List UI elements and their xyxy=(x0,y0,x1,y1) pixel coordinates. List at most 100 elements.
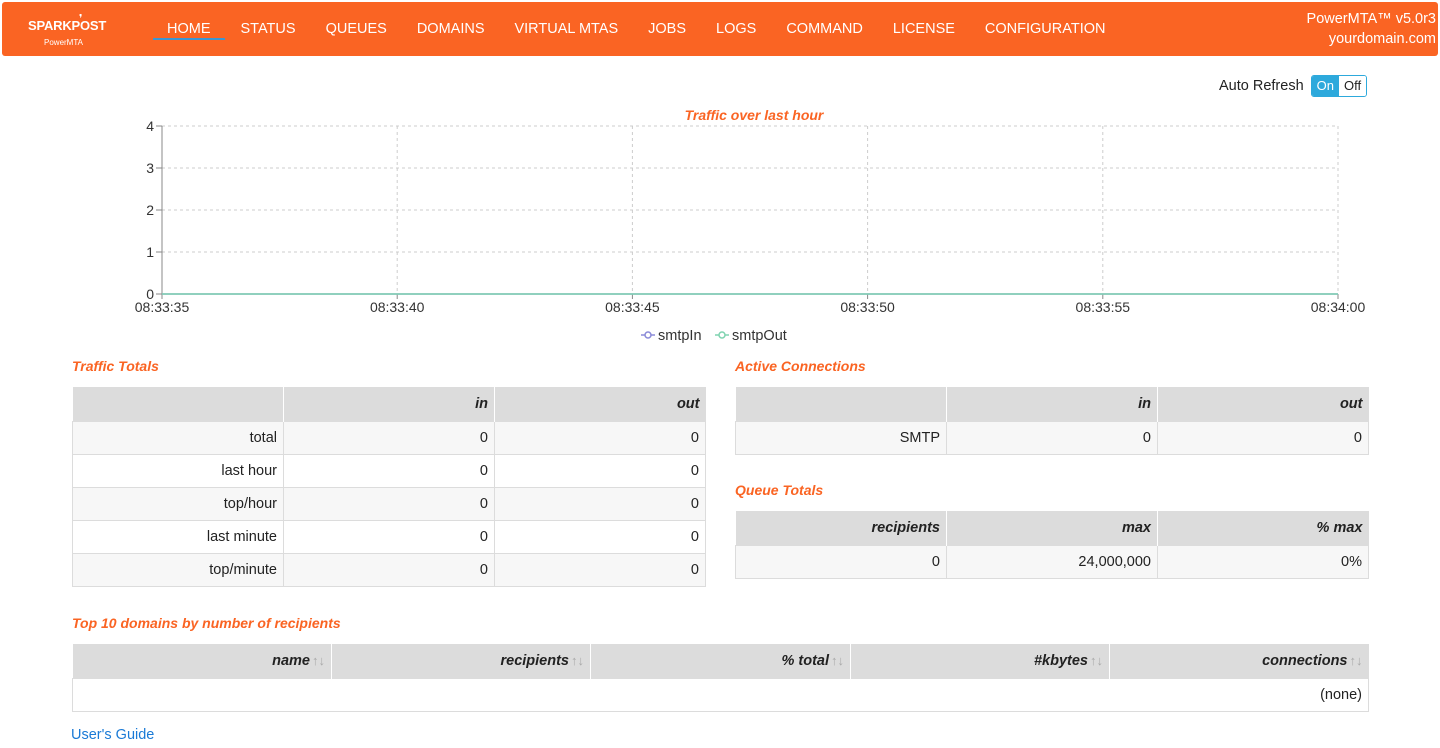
legend-label-smtpIn: smtpIn xyxy=(658,328,702,344)
column-header-label: % max xyxy=(1316,519,1363,536)
x-tick-label: 08:33:55 xyxy=(1076,299,1131,315)
host-name: yourdomain.com xyxy=(1328,31,1436,47)
table-cell: 0 xyxy=(494,519,706,554)
table-cell: total xyxy=(72,420,284,455)
y-tick-label: 2 xyxy=(146,202,154,218)
empty-message: (none) xyxy=(72,677,1369,712)
column-header[interactable]: connections ↑↓ xyxy=(1109,644,1369,678)
table-row: last hour 0 0 xyxy=(72,453,706,488)
auto-refresh-toggle[interactable]: On Off xyxy=(1310,74,1368,97)
column-header[interactable]: recipients ↑↓ xyxy=(331,644,591,678)
column-header: max xyxy=(946,511,1158,545)
column-header[interactable]: #kbytes ↑↓ xyxy=(850,644,1110,678)
nav-item-logs[interactable]: LOGS xyxy=(701,2,771,56)
table-cell: 0 xyxy=(494,453,706,488)
auto-refresh-off-button[interactable]: Off xyxy=(1338,75,1367,96)
nav-item-domains[interactable]: DOMAINS xyxy=(402,2,500,56)
column-header xyxy=(735,387,947,421)
sort-icon[interactable]: ↑↓ xyxy=(312,653,325,668)
nav-item-home[interactable]: HOME xyxy=(152,2,226,56)
table-row: last minute 0 0 xyxy=(72,519,706,554)
table-cell: 0 xyxy=(283,453,495,488)
sort-icon[interactable]: ↑↓ xyxy=(1090,653,1103,668)
nav-item-license[interactable]: LICENSE xyxy=(878,2,970,56)
nav-item-command[interactable]: COMMAND xyxy=(771,2,878,56)
column-header-label: max xyxy=(1121,519,1151,536)
auto-refresh-on-button[interactable]: On xyxy=(1311,75,1339,96)
traffic-chart: Traffic over last hour 0 1 2 3 4 08:33:35 08:33… xyxy=(0,100,1440,350)
legend-marker-smtpIn xyxy=(644,331,652,339)
top-nav-bar: SPARKPOST ❜ PowerMTA HOME STATUS QUEUES DOM… xyxy=(2,2,1438,56)
column-header-label: in xyxy=(475,395,488,412)
column-header-label: connections xyxy=(1262,652,1348,669)
auto-refresh-control: Auto Refresh On Off xyxy=(1219,74,1368,97)
legend-marker-smtpOut xyxy=(718,331,726,339)
table-cell: 0 xyxy=(735,544,947,579)
table-cell: last minute xyxy=(72,519,284,554)
column-header[interactable]: name ↑↓ xyxy=(72,644,332,678)
table-row-empty: (none) xyxy=(72,677,1369,712)
chart-title: Traffic over last hour xyxy=(685,107,825,123)
queue-totals-title: Queue Totals xyxy=(735,482,824,498)
column-header: in xyxy=(283,387,495,421)
table-cell: 0 xyxy=(946,420,1158,455)
y-tick-label: 1 xyxy=(146,244,154,260)
sparkpost-logo[interactable]: SPARKPOST ❜ PowerMTA xyxy=(28,13,108,50)
version-info: PowerMTA™ v5.0r3 yourdomain.com xyxy=(1307,9,1436,49)
table-cell: 0 xyxy=(494,552,706,587)
sort-icon[interactable]: ↑↓ xyxy=(571,653,584,668)
x-tick-label: 08:33:45 xyxy=(605,299,660,315)
table-cell: top/hour xyxy=(72,486,284,521)
x-tick-label: 08:33:50 xyxy=(840,299,895,315)
column-header-label: out xyxy=(1339,395,1363,412)
table-cell: 0% xyxy=(1157,544,1369,579)
flame-icon: ❜ xyxy=(79,13,83,25)
legend-label-smtpOut: smtpOut xyxy=(732,328,787,344)
active-connections-table: in out SMTP 0 0 xyxy=(735,387,1369,455)
column-header-label: % total xyxy=(781,652,829,669)
top-domains-title: Top 10 domains by number of recipients xyxy=(72,615,341,631)
column-header: recipients xyxy=(735,511,947,545)
column-header-label: name xyxy=(272,652,310,669)
column-header: % max xyxy=(1157,511,1369,545)
column-header: in xyxy=(946,387,1158,421)
table-cell: 0 xyxy=(283,519,495,554)
nav-item-configuration[interactable]: CONFIGURATION xyxy=(970,2,1121,56)
x-tick-label: 08:33:40 xyxy=(370,299,425,315)
table-cell: SMTP xyxy=(735,420,947,455)
nav-item-virtual-mtas[interactable]: VIRTUAL MTAS xyxy=(499,2,633,56)
main-nav: HOME STATUS QUEUES DOMAINS VIRTUAL MTAS JOBS L… xyxy=(152,2,1120,56)
x-tick-label: 08:33:35 xyxy=(135,299,190,315)
table-cell: 0 xyxy=(1157,420,1369,455)
product-version: PowerMTA™ v5.0r3 xyxy=(1306,11,1436,27)
column-header-label: out xyxy=(676,395,700,412)
column-header: out xyxy=(494,387,706,421)
table-cell: 0 xyxy=(283,552,495,587)
top-domains-table: name ↑↓ recipients ↑↓% total ↑↓ #kbytes ↑↓ conn… xyxy=(72,644,1369,712)
table-row: SMTP 0 0 xyxy=(735,420,1369,455)
traffic-totals-table: in out total 0 0 last hour 0 0 top/hour 0 0 last m… xyxy=(72,387,706,587)
sort-icon[interactable]: ↑↓ xyxy=(831,653,844,668)
queue-totals-table: recipients max % max 0 24,000,000 0% xyxy=(735,511,1369,579)
nav-item-jobs[interactable]: JOBS xyxy=(633,2,701,56)
column-header xyxy=(72,387,284,421)
x-tick-label: 08:34:00 xyxy=(1311,299,1366,315)
nav-item-queues[interactable]: QUEUES xyxy=(311,2,402,56)
column-header-label: in xyxy=(1138,395,1151,412)
sort-icon[interactable]: ↑↓ xyxy=(1350,653,1363,668)
column-header-label: #kbytes xyxy=(1033,652,1088,669)
active-connections-title: Active Connections xyxy=(735,358,866,374)
nav-item-status[interactable]: STATUS xyxy=(226,2,311,56)
table-row: 0 24,000,000 0% xyxy=(735,544,1369,579)
users-guide-link[interactable]: User's Guide xyxy=(71,727,154,743)
table-cell: 0 xyxy=(283,486,495,521)
y-tick-label: 3 xyxy=(146,160,154,176)
column-header-label: recipients xyxy=(500,652,570,669)
table-cell: last hour xyxy=(72,453,284,488)
column-header[interactable]: % total ↑↓ xyxy=(590,644,851,678)
table-row: total 0 0 xyxy=(72,420,706,455)
traffic-totals-title: Traffic Totals xyxy=(72,358,159,374)
y-tick-label: 4 xyxy=(146,118,154,134)
table-cell: top/minute xyxy=(72,552,284,587)
table-cell: 0 xyxy=(283,420,495,455)
